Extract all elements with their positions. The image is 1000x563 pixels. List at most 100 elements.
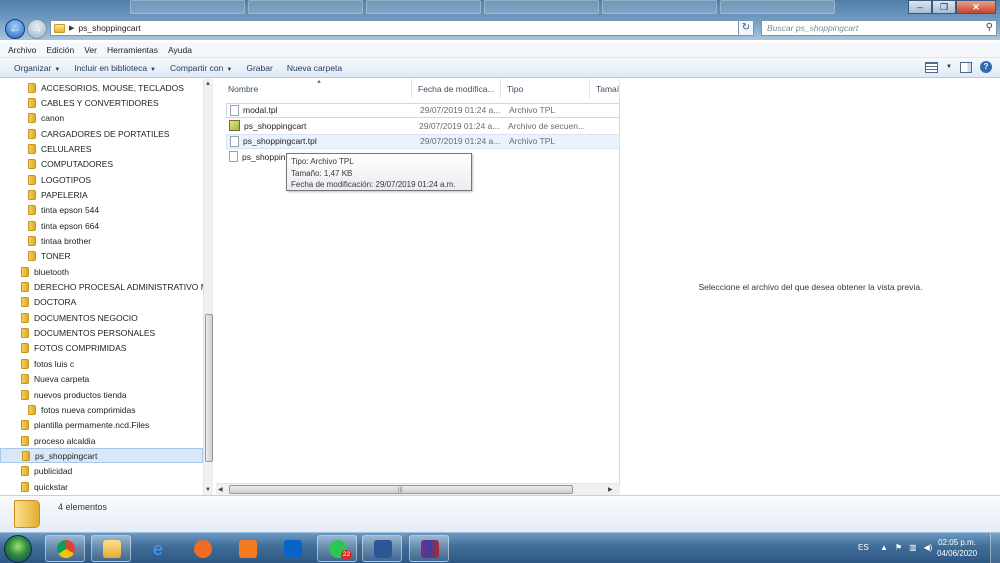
tree-item[interactable]: DOCUMENTOS PERSONALES [21,326,155,341]
tree-item[interactable]: fotos luis c [21,356,74,371]
refresh-button[interactable]: ↻ [738,20,754,36]
tree-item[interactable]: TONER [28,249,71,264]
background-tab[interactable] [484,0,599,14]
file-name-cell[interactable]: ps_shoppingcart [226,120,416,131]
taskbar-ie[interactable]: e [137,535,177,562]
tree-item[interactable]: canon [28,111,64,126]
tree-item-label: CELULARES [41,143,92,154]
background-tab[interactable] [602,0,717,14]
chevron-right-icon[interactable]: ▶ [69,24,74,32]
background-tab[interactable] [720,0,835,14]
tree-item[interactable]: bluetooth [21,264,69,279]
tree-item[interactable]: tintaa brother [28,234,91,249]
action-center-icon[interactable]: ⚑ [895,543,902,552]
tree-item-label: ps_shoppingcart [35,450,98,461]
scroll-up-arrow[interactable]: ▲ [205,81,211,87]
tree-item[interactable]: ps_shoppingcart [0,448,203,464]
file-row[interactable]: modal.tpl 29/07/2019 01:24 a... Archivo TP… [226,102,620,118]
taskbar-outlook[interactable] [272,535,312,562]
tree-item[interactable]: fotos nueva comprimidas [28,402,136,417]
tree-item[interactable]: tinta epson 664 [28,218,99,233]
taskbar-foxit[interactable] [227,535,267,562]
file-row[interactable]: ps_shoppingcart 29/07/2019 01:24 a... Arch… [226,118,620,133]
menu-archivo[interactable]: Archivo [3,45,41,55]
back-button[interactable]: ← [5,19,25,39]
tree-item[interactable]: CARGADORES DE PORTATILES [28,126,169,141]
menu-edicion[interactable]: Edición [41,45,79,55]
address-path[interactable]: ps_shoppingcart [78,23,140,33]
start-button[interactable] [4,535,32,563]
tree-item[interactable]: DOCUMENTOS NEGOCIO [21,310,138,325]
tree-item[interactable]: CABLES Y CONVERTIDORES [28,95,159,110]
scroll-thumb[interactable]: ||| [229,485,573,494]
tree-item[interactable]: proceso alcaldia [21,433,95,448]
scroll-left-arrow[interactable]: ◀ [218,486,223,493]
item-count: 4 elementos [58,502,108,512]
show-desktop-button[interactable] [990,533,1000,563]
menu-herramientas[interactable]: Herramientas [102,45,163,55]
preview-pane-icon[interactable] [960,61,972,73]
tree-item[interactable]: publicidad [21,464,72,479]
close-button[interactable]: ✕ [956,0,996,14]
folder-icon [28,236,36,246]
share-with-button[interactable]: Compartir con ▼ [163,63,239,73]
burn-button[interactable]: Grabar [239,63,279,73]
new-folder-button[interactable]: Nueva carpeta [280,63,349,73]
tray-expand-icon[interactable]: ▲ [880,543,888,552]
tree-item[interactable]: ACCESORIOS, MOUSE, TECLADOS [28,80,184,95]
taskbar-word[interactable] [362,535,402,562]
organize-button[interactable]: Organizar ▼ [7,63,67,73]
restore-button[interactable]: ❐ [932,0,956,14]
tree-item[interactable]: DERECHO PROCESAL ADMINISTRATIVO M [21,280,203,295]
search-icon[interactable]: ⚲ [986,21,993,35]
tree-item-label: DERECHO PROCESAL ADMINISTRATIVO M [34,282,203,293]
network-icon[interactable]: ▥ [909,543,917,552]
tree-item[interactable]: Nueva carpeta [21,372,89,387]
help-icon[interactable]: ? [980,61,992,73]
address-bar[interactable]: ▶ ps_shoppingcart ▼ [50,20,753,36]
menu-ayuda[interactable]: Ayuda [163,45,197,55]
tree-item[interactable]: DOCTORA [21,295,76,310]
taskbar-media[interactable] [182,535,222,562]
taskbar-winrar[interactable] [409,535,449,562]
column-header-type[interactable]: Tipo [501,79,590,99]
tree-item[interactable]: COMPUTADORES [28,157,113,172]
scroll-right-arrow[interactable]: ▶ [608,486,613,493]
column-header-modified[interactable]: Fecha de modifica... [412,79,501,99]
document-icon [230,104,239,116]
folder-icon [28,174,36,185]
tree-item[interactable]: PAPELERIA [28,187,88,202]
background-tab[interactable] [366,0,481,14]
navigation-scrollbar[interactable]: ▲ ▼ [203,79,213,495]
tree-item[interactable]: CELULARES [28,141,92,156]
taskbar-explorer[interactable] [91,535,131,562]
taskbar-chrome[interactable] [45,535,85,562]
volume-icon[interactable]: ◀) [924,543,933,552]
tree-item[interactable]: FOTOS COMPRIMIDAS [21,341,126,356]
minimize-button[interactable]: – [908,0,932,14]
file-row[interactable]: ps_shoppingcart.tpl 29/07/2019 01:24 a...… [226,133,620,149]
background-tab[interactable] [130,0,245,14]
tree-item[interactable]: LOGOTIPOS [28,172,91,187]
scroll-thumb[interactable] [205,314,213,462]
chevron-down-icon[interactable]: ▼ [946,64,952,70]
search-input[interactable]: Buscar ps_shoppingcart ⚲ [761,20,997,36]
tree-item[interactable]: plantilla permamente.ncd.Files [21,418,149,433]
language-indicator[interactable]: ES [858,543,869,552]
clock-time: 02:05 p.m. [938,538,976,547]
tree-item[interactable]: quickstar [21,479,68,494]
taskbar-whatsapp[interactable]: 22 [317,535,357,562]
forward-button[interactable]: → [27,19,47,39]
tree-item[interactable]: nuevos productos tienda [21,387,127,402]
background-tab[interactable] [248,0,363,14]
column-header-size[interactable]: Tamaí [590,79,620,99]
clock[interactable]: 02:05 p.m. 04/06/2020 [937,537,977,559]
include-library-button[interactable]: Incluir en biblioteca ▼ [67,63,163,73]
menu-ver[interactable]: Ver [79,45,102,55]
change-view-icon[interactable] [925,61,939,73]
file-name-cell[interactable]: ps_shoppingcart.tpl [227,135,417,147]
tree-item[interactable]: tinta epson 544 [28,203,99,218]
file-name-cell[interactable]: modal.tpl [227,104,417,116]
horizontal-scrollbar[interactable]: ◀ ||| ▶ [216,483,620,495]
scroll-down-arrow[interactable]: ▼ [205,487,211,493]
